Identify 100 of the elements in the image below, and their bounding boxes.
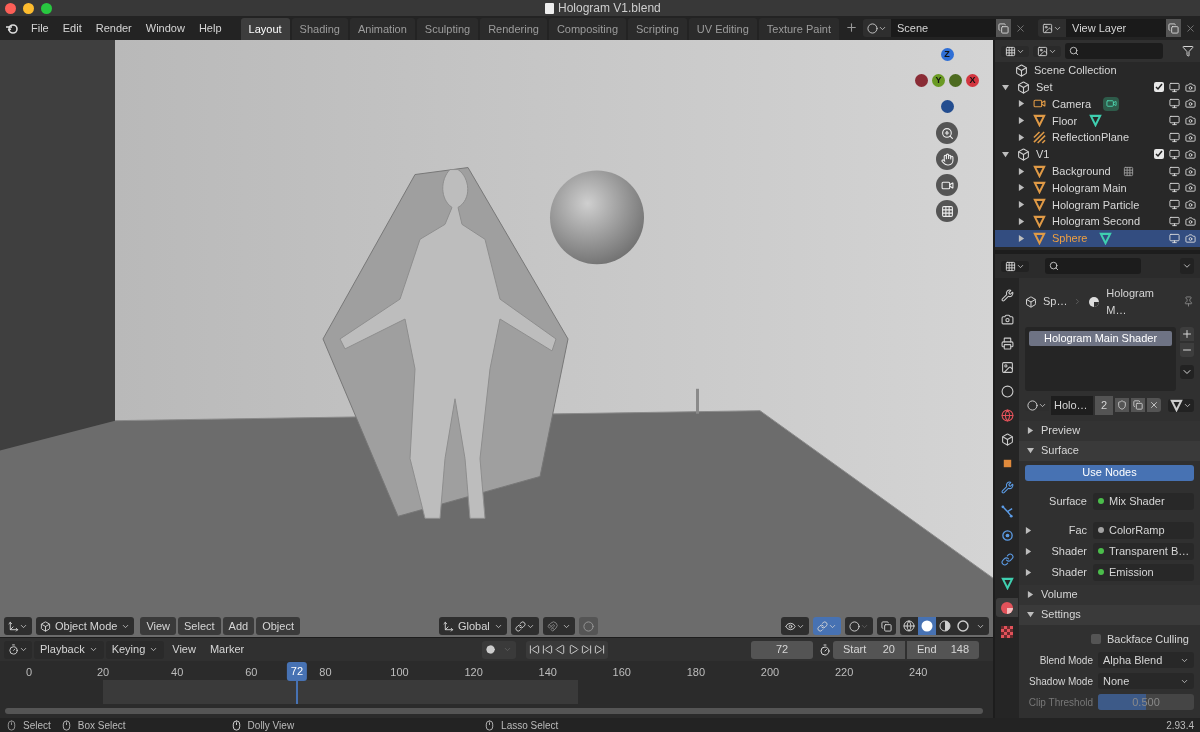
copy-button[interactable] (996, 19, 1011, 37)
panel-title[interactable]: Settings (1041, 606, 1081, 623)
outliner-row[interactable]: Background (995, 162, 1200, 180)
outliner-item-name[interactable]: Background (1052, 162, 1111, 180)
disclosure-triangle-icon[interactable] (1002, 150, 1009, 158)
close-icon[interactable] (1185, 22, 1196, 34)
add-workspace-icon[interactable] (845, 20, 858, 34)
gizmo-toggle[interactable] (813, 617, 841, 635)
monitor-icon[interactable] (1169, 182, 1180, 194)
outliner-item-name[interactable]: Set (1036, 78, 1053, 96)
stopwatch-icon[interactable] (819, 643, 831, 656)
editor-type-button[interactable] (1001, 260, 1029, 272)
editor-type-button[interactable] (4, 640, 32, 659)
shading-mode-button[interactable] (936, 617, 954, 635)
menu-item[interactable]: Window (138, 19, 192, 37)
camera-icon[interactable] (1185, 165, 1196, 177)
camera-icon[interactable] (1185, 132, 1196, 144)
outliner-row[interactable]: Hologram Particle (995, 196, 1200, 214)
jump-start-icon[interactable] (529, 644, 541, 655)
filter-dropdown[interactable] (1033, 45, 1061, 57)
monitor-icon[interactable] (1169, 148, 1180, 160)
outliner-row-selected[interactable]: Sphere (995, 229, 1200, 247)
camera-icon[interactable] (1185, 182, 1196, 194)
search-field[interactable] (1065, 43, 1163, 59)
close-icon[interactable] (1015, 22, 1026, 34)
workspace-tab[interactable]: Texture Paint (758, 17, 839, 40)
menu-item[interactable]: File (24, 19, 56, 37)
zoom-window-button[interactable] (41, 2, 52, 14)
workspace-tab[interactable]: Rendering (480, 17, 547, 40)
breadcrumb-item[interactable]: Sp… (1042, 293, 1068, 310)
duplicate-button[interactable] (1131, 398, 1146, 413)
outliner-row[interactable]: Camera (995, 95, 1200, 113)
disclosure-triangle-icon[interactable] (1018, 184, 1025, 192)
fake-user-button[interactable] (1115, 398, 1130, 413)
expand-triangle-icon[interactable] (1025, 568, 1032, 576)
camera-icon[interactable] (1185, 81, 1196, 93)
timeline-menu[interactable]: View (166, 640, 202, 659)
start-frame-field[interactable]: Start 20 (833, 640, 905, 659)
scene-field[interactable]: Scene (891, 19, 996, 37)
outliner-item-name[interactable]: ReflectionPlane (1052, 129, 1130, 146)
disclosure-triangle-icon[interactable] (1027, 427, 1034, 434)
camera-icon[interactable] (1185, 216, 1196, 228)
camera-icon[interactable] (1185, 98, 1196, 110)
workspace-tab[interactable]: Scripting (628, 17, 687, 40)
orientation-dropdown[interactable]: Global (439, 617, 507, 635)
outliner-row[interactable]: Hologram Main (995, 179, 1200, 197)
playhead-frame-label[interactable]: 72 (286, 662, 308, 681)
material-slot[interactable]: Hologram Main Shader (1029, 331, 1172, 346)
node-name[interactable]: Transparent B… (1109, 542, 1190, 560)
outliner-item-name[interactable]: Hologram Main (1052, 179, 1127, 197)
jump-end-icon[interactable] (594, 644, 606, 655)
outliner-row[interactable]: Hologram Second (995, 213, 1200, 230)
workspace-tab[interactable]: Sculpting (416, 17, 479, 40)
disclosure-triangle-icon[interactable] (1018, 201, 1025, 209)
monitor-icon[interactable] (1169, 199, 1180, 211)
play-reverse-icon[interactable] (555, 644, 567, 655)
header-menu-button[interactable]: Add (222, 617, 255, 635)
panel-header[interactable]: Surface (1019, 440, 1200, 461)
monitor-icon[interactable] (1169, 232, 1180, 244)
disclosure-triangle-icon[interactable] (1018, 134, 1025, 142)
node-link-field[interactable]: Transparent B… (1093, 542, 1194, 560)
monitor-icon[interactable] (1169, 216, 1180, 228)
visibility-dropdown[interactable] (781, 617, 809, 635)
panel-header[interactable]: Settings (1019, 604, 1200, 625)
menu-item[interactable]: Render (88, 19, 139, 37)
mode-dropdown[interactable]: Object Mode (36, 617, 135, 635)
timeline-menu[interactable]: Playback (34, 640, 104, 659)
exclude-checkbox[interactable] (1154, 82, 1164, 93)
workspace-tab[interactable]: Shading (291, 17, 348, 40)
shading-mode-button[interactable] (900, 617, 918, 635)
view-layer-selector[interactable] (1038, 19, 1066, 37)
end-frame-field[interactable]: End 148 (907, 640, 979, 659)
timeline-menu[interactable]: Marker (203, 640, 251, 659)
panel-title[interactable]: Volume (1041, 586, 1078, 603)
editor-type-button[interactable] (4, 617, 32, 635)
unlink-button[interactable] (1147, 398, 1162, 413)
outliner-item-name[interactable]: Hologram Second (1052, 213, 1141, 230)
outliner-row[interactable]: V1 (995, 146, 1200, 163)
display-mode-dropdown[interactable] (1001, 45, 1029, 57)
disclosure-triangle-icon[interactable] (1018, 100, 1025, 108)
header-menu-button[interactable]: Select (178, 617, 221, 635)
grid-icon[interactable] (1122, 165, 1134, 177)
dropdown-field[interactable]: Alpha Blend (1098, 652, 1194, 668)
material-name-field[interactable]: Holo… (1051, 396, 1093, 415)
panel-title[interactable]: Preview (1041, 422, 1081, 439)
menu-item[interactable]: Edit (55, 19, 89, 37)
options-dropdown[interactable] (1180, 258, 1194, 274)
record-button[interactable] (482, 640, 517, 659)
monitor-icon[interactable] (1169, 132, 1180, 144)
outliner-row[interactable]: Set (995, 78, 1200, 96)
minimize-window-button[interactable] (23, 2, 34, 14)
outliner-item-name[interactable]: Hologram Particle (1052, 196, 1140, 213)
camera-icon[interactable] (1185, 199, 1196, 211)
monitor-icon[interactable] (1169, 115, 1180, 127)
disclosure-triangle-icon[interactable] (1027, 591, 1034, 598)
camera-icon[interactable] (1185, 232, 1196, 244)
view-layer-field[interactable]: View Layer (1066, 19, 1166, 37)
workspace-tab[interactable]: Compositing (548, 17, 627, 40)
outliner-item-name[interactable]: Camera (1052, 95, 1092, 113)
disclosure-triangle-icon[interactable] (1027, 447, 1034, 454)
